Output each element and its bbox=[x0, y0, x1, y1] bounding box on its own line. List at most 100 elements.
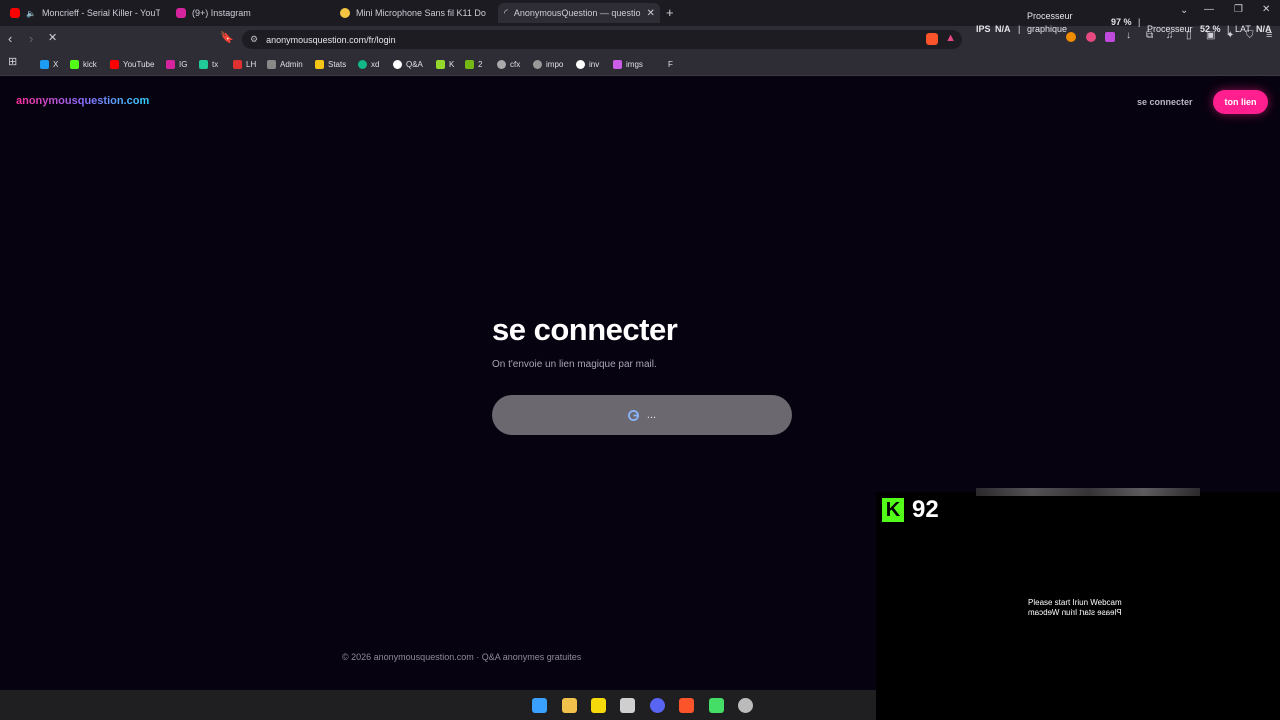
extension-icon[interactable] bbox=[1105, 32, 1115, 42]
webcam-overlay: K 92 Please start Iriun Webcam Please st… bbox=[876, 488, 1280, 720]
taskbar bbox=[0, 690, 876, 720]
bookmark-imgs[interactable]: imgs bbox=[613, 57, 643, 71]
tab-youtube[interactable]: 🔈 Moncrieff - Serial Killer - YouTube bbox=[10, 3, 160, 23]
ips-value: N/A bbox=[995, 24, 1011, 34]
brave-icon[interactable] bbox=[679, 698, 694, 713]
notepad-icon[interactable] bbox=[620, 698, 635, 713]
sticky-notes-icon[interactable] bbox=[591, 698, 606, 713]
overlay-separator: | bbox=[1138, 17, 1141, 27]
bookmark-label: tx bbox=[212, 59, 219, 69]
bookmark-label: xd bbox=[371, 59, 380, 69]
speaker-icon: 🔈 bbox=[26, 8, 36, 18]
stop-loading-icon[interactable]: ✕ bbox=[48, 31, 57, 44]
discord-icon[interactable] bbox=[650, 698, 665, 713]
minimize-icon[interactable]: — bbox=[1204, 4, 1214, 15]
page-title: se connecter bbox=[492, 312, 678, 347]
kick-icon bbox=[70, 59, 79, 69]
tx-icon bbox=[199, 59, 208, 69]
bookmark-lh[interactable]: LH bbox=[233, 57, 256, 71]
tab-label: AnonymousQuestion — questio bbox=[513, 8, 641, 18]
aliexpress-icon bbox=[340, 8, 350, 18]
bookmark-label: Stats bbox=[328, 59, 347, 69]
windows-start-icon[interactable] bbox=[532, 698, 547, 713]
bookmark-impo[interactable]: impo bbox=[533, 57, 563, 71]
restore-icon[interactable]: ❐ bbox=[1234, 4, 1243, 15]
webcam-message-line: Please start Iriun Webcam bbox=[1028, 598, 1122, 607]
apps-grid-icon[interactable]: ⊞ bbox=[8, 55, 17, 68]
bookmark-kick[interactable]: kick bbox=[70, 57, 97, 71]
forward-icon[interactable]: › bbox=[29, 31, 33, 46]
tab-label: (9+) Instagram bbox=[192, 8, 251, 18]
bookmark-label: YouTube bbox=[123, 59, 155, 69]
x-icon bbox=[40, 59, 49, 69]
tab-aliexpress[interactable]: Mini Microphone Sans fil K11 Double bbox=[340, 3, 486, 23]
gpu-label-2: graphique bbox=[1027, 24, 1068, 34]
extension-icon[interactable] bbox=[1066, 32, 1076, 42]
bookmark-ig[interactable]: IG bbox=[166, 57, 187, 71]
k-icon bbox=[436, 59, 445, 69]
bookmark-admin[interactable]: Admin bbox=[267, 57, 303, 71]
bookmark-k[interactable]: K bbox=[436, 57, 454, 71]
new-tab-icon[interactable]: + bbox=[666, 5, 674, 20]
bookmark-icon[interactable]: 🔖 bbox=[220, 31, 234, 44]
download-icon[interactable]: ↓ bbox=[1126, 30, 1131, 41]
site-logo[interactable]: anonymousquestion.com bbox=[16, 95, 149, 107]
google-login-button[interactable]: ... bbox=[492, 395, 792, 435]
brave-rewards-icon[interactable]: ▲ bbox=[945, 32, 956, 44]
back-icon[interactable]: ‹ bbox=[8, 31, 12, 46]
bookmark-x[interactable]: X bbox=[40, 57, 58, 71]
bookmark-qa[interactable]: Q&A bbox=[393, 57, 423, 71]
gpu-label: Processeur bbox=[1027, 11, 1073, 21]
bookmark-label: Q&A bbox=[406, 59, 423, 69]
url-text: anonymousquestion.com/fr/login bbox=[266, 34, 396, 45]
gpu-value: 97 % bbox=[1111, 17, 1132, 27]
obs-icon[interactable] bbox=[738, 698, 753, 713]
overlay-separator: | bbox=[1018, 24, 1021, 34]
close-tab-icon[interactable]: ✕ bbox=[646, 8, 654, 19]
bookmark-cfx[interactable]: cfx bbox=[497, 57, 520, 71]
kick-viewer-badge: K 92 bbox=[882, 496, 939, 524]
bookmark-youtube[interactable]: YouTube bbox=[110, 57, 154, 71]
login-link[interactable]: se connecter bbox=[1137, 97, 1193, 107]
bookmark-label: impo bbox=[546, 59, 564, 69]
stats-icon bbox=[315, 59, 324, 69]
extension-icon[interactable] bbox=[1086, 32, 1096, 42]
site-info-icon[interactable]: ⚙ bbox=[250, 34, 258, 45]
address-bar[interactable]: ⚙ anonymousquestion.com/fr/login ▲ bbox=[242, 30, 962, 49]
bookmark-label: F bbox=[668, 59, 673, 69]
kick-icon: K bbox=[882, 498, 904, 522]
bookmarks-bar: ⊞ X kick YouTube IG tx LH Admin Stats xd… bbox=[0, 53, 1280, 76]
tab-label: Mini Microphone Sans fil K11 Double bbox=[356, 8, 486, 18]
bookmark-tx[interactable]: tx bbox=[199, 57, 218, 71]
tab-instagram[interactable]: (9+) Instagram bbox=[176, 3, 326, 23]
bookmark-label: K bbox=[449, 59, 455, 69]
ton-lien-button[interactable]: ton lien bbox=[1213, 90, 1268, 114]
bookmark-2[interactable]: 2 bbox=[465, 57, 482, 71]
bookmark-label: X bbox=[53, 59, 59, 69]
bookmark-inv[interactable]: inv bbox=[576, 57, 599, 71]
impo-icon bbox=[533, 59, 542, 69]
bookmark-f[interactable]: F bbox=[668, 57, 673, 71]
loading-icon: ◜ bbox=[504, 7, 508, 19]
kick-viewer-count: 92 bbox=[912, 496, 939, 523]
webcam-message: Please start Iriun Webcam Please start I… bbox=[1028, 598, 1122, 618]
tab-anonymousquestion[interactable]: ◜ AnonymousQuestion — questio ✕ bbox=[498, 3, 660, 23]
bookmark-xd[interactable]: xd bbox=[358, 57, 379, 71]
imgs-icon bbox=[613, 59, 622, 69]
tab-label: Moncrieff - Serial Killer - YouTube bbox=[41, 8, 160, 18]
overlay-separator: | bbox=[1227, 24, 1230, 34]
cfx-icon bbox=[497, 59, 506, 69]
close-window-icon[interactable]: ✕ bbox=[1262, 4, 1270, 15]
webcam-message-mirrored: Please start Iriun Webcam bbox=[1028, 608, 1122, 617]
brave-shield-icon[interactable] bbox=[926, 33, 938, 45]
lat-label: LAT bbox=[1235, 24, 1251, 34]
two-icon bbox=[465, 59, 474, 69]
bookmark-label: inv bbox=[589, 59, 600, 69]
bookmark-stats[interactable]: Stats bbox=[315, 57, 346, 71]
file-explorer-icon[interactable] bbox=[562, 698, 577, 713]
cpu-label: Processeur bbox=[1147, 24, 1193, 34]
app-icon[interactable] bbox=[709, 698, 724, 713]
page-subtitle: On t'envoie un lien magique par mail. bbox=[492, 359, 657, 370]
tab-search-chevron-icon[interactable]: ⌄ bbox=[1180, 5, 1188, 16]
qa-icon bbox=[393, 59, 402, 69]
